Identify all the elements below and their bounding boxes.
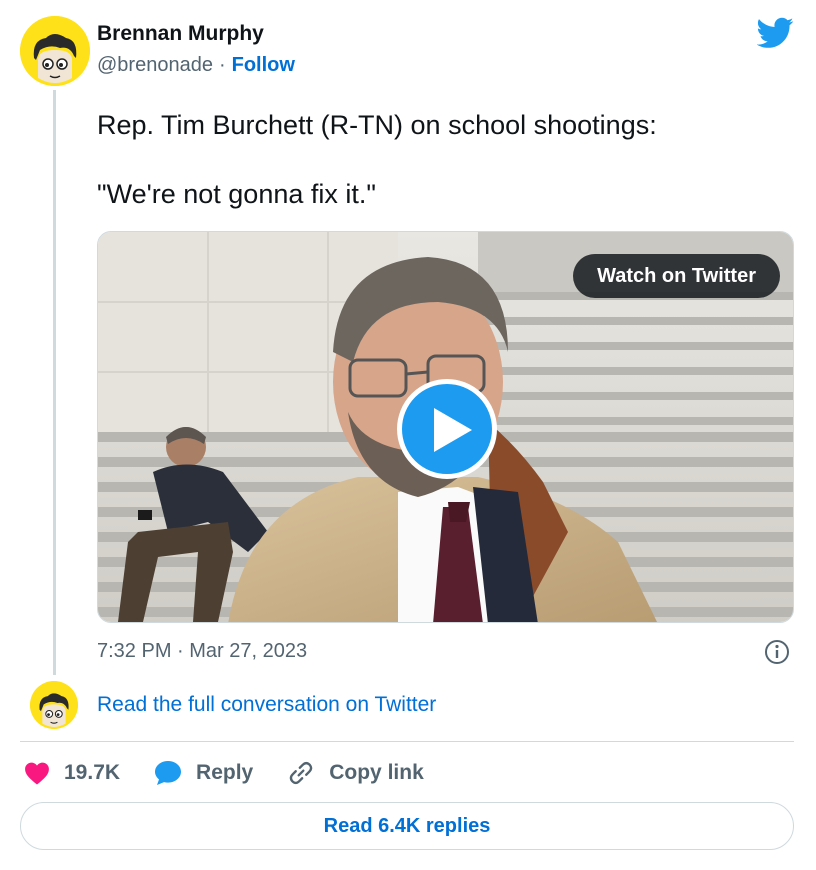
video-media[interactable]: Watch on Twitter (97, 231, 794, 623)
tweet-timestamp[interactable]: 7:32 PM · Mar 27, 2023 (97, 640, 307, 663)
cartoon-face-avatar-icon (20, 16, 90, 86)
heart-icon (25, 762, 49, 785)
cartoon-face-avatar-icon (30, 681, 78, 729)
twitter-bird-icon[interactable] (756, 17, 794, 49)
author-avatar[interactable] (20, 16, 90, 86)
link-icon (290, 761, 313, 785)
copy-link-button[interactable]: Copy link (287, 759, 424, 787)
tweet-actions: 19.7K Reply Copy link (24, 757, 458, 789)
separator-dot: · (218, 54, 226, 76)
like-count: 19.7K (64, 761, 121, 784)
speech-bubble-icon (155, 761, 182, 785)
watch-on-twitter-button[interactable]: Watch on Twitter (573, 254, 780, 298)
tweet-text-quote: "We're not gonna fix it." (97, 179, 376, 209)
thread-line (53, 90, 56, 675)
conversation-avatar[interactable] (30, 681, 78, 729)
author-handle-row: @brenonade · Follow (97, 54, 295, 77)
author-name[interactable]: Brennan Murphy (97, 22, 264, 46)
play-icon (434, 408, 472, 452)
tweet-text-line: Rep. Tim Burchett (R-TN) on school shoot… (97, 110, 657, 140)
reply-label: Reply (196, 761, 254, 784)
author-handle[interactable]: @brenonade (97, 54, 213, 76)
copy-link-label: Copy link (329, 761, 424, 784)
read-replies-button[interactable]: Read 6.4K replies (20, 802, 794, 850)
like-button[interactable]: 19.7K (24, 761, 120, 785)
divider (20, 741, 794, 742)
play-button[interactable] (397, 379, 497, 479)
read-full-conversation-link[interactable]: Read the full conversation on Twitter (97, 693, 436, 717)
reply-button[interactable]: Reply (154, 760, 253, 786)
info-icon[interactable] (764, 639, 790, 665)
follow-button[interactable]: Follow (232, 54, 295, 76)
